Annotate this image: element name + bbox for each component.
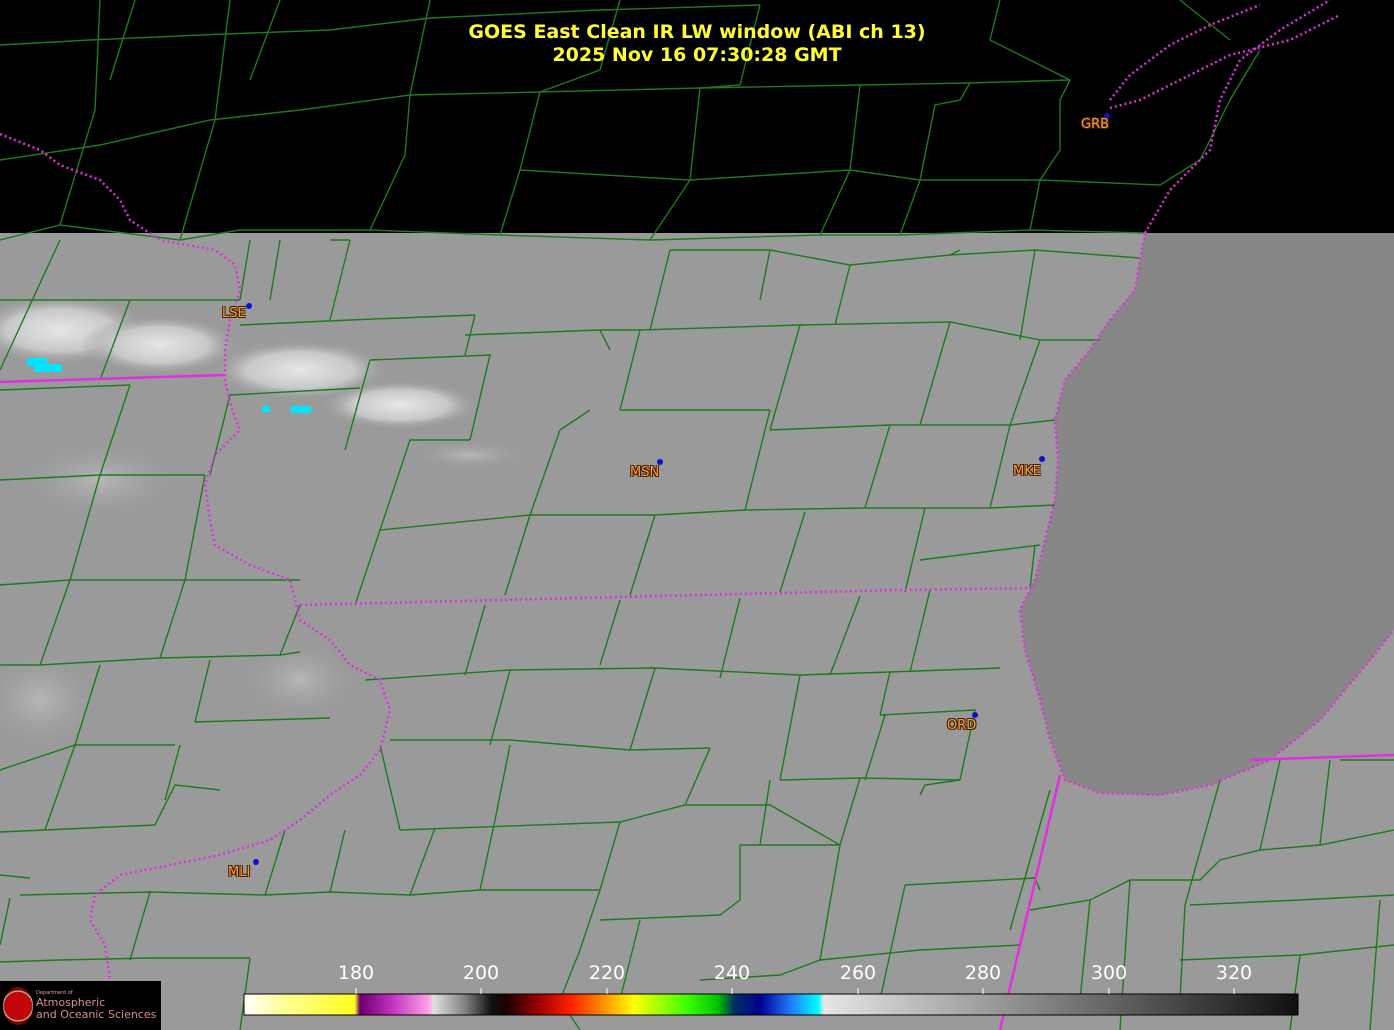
station-label-mke: MKE [1013,464,1041,479]
station-label-ord: ORD [947,718,977,733]
station-dot-lse [246,303,252,309]
station-label-lse: LSE [222,306,246,321]
uw-aos-logo: Department of Atmospheric and Oceanic Sc… [0,981,161,1030]
logo-text: Department of Atmospheric and Oceanic Sc… [36,990,156,1021]
uw-seal-icon [3,986,33,1025]
station-label-grb: GRB [1081,117,1110,132]
station-label-mli: MLI [228,865,251,880]
image-title: GOES East Clean IR LW window (ABI ch 13) [468,21,926,43]
colorbar-tick-label: 240 [713,962,751,984]
colorbar-tick-label: 280 [964,962,1002,984]
satellite-ir-map [0,0,1394,1030]
colorbar-tick-label: 180 [337,962,375,984]
colorbar-tick-label: 200 [462,962,500,984]
colorbar-tick-label: 220 [588,962,626,984]
logo-line-2: and Oceanic Sciences [36,1008,157,1021]
colorbar-tick-label: 300 [1090,962,1128,984]
colorbar-tick-label: 260 [839,962,877,984]
station-label-msn: MSN [630,465,660,480]
station-dot-mli [253,859,259,865]
image-timestamp: 2025 Nov 16 07:30:28 GMT [552,44,842,66]
colorbar-tick-label: 320 [1215,962,1253,984]
station-dot-mke [1039,456,1045,462]
